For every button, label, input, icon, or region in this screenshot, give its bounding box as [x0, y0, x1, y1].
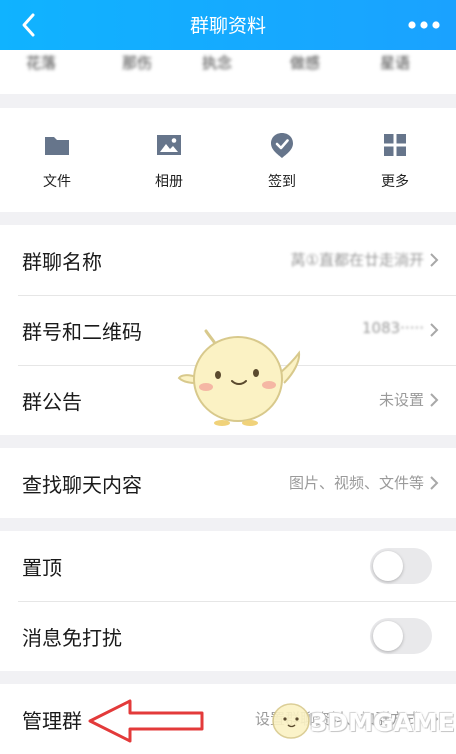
tool-more[interactable]: 更多 — [355, 130, 435, 191]
tool-album[interactable]: 相册 — [129, 130, 209, 191]
group-name-row[interactable]: 群聊名称 莴①直都在廿走淌开 — [0, 225, 456, 295]
pin-toggle[interactable] — [370, 548, 432, 584]
toggle-knob — [373, 621, 403, 651]
watermark-mascot-icon — [272, 703, 310, 739]
mute-toggle[interactable] — [370, 618, 432, 654]
search-chat-value: 图片、视频、文件等 — [288, 474, 424, 492]
group-number-value: 1083····· — [361, 319, 424, 337]
tool-label: 相册 — [155, 174, 183, 190]
manage-group-label: 管理群 — [22, 709, 82, 733]
search-chat-label: 查找聊天内容 — [22, 473, 142, 497]
arrow-annotation-icon — [88, 699, 204, 743]
group-notice-value: 未设置 — [378, 391, 424, 409]
grid-icon — [384, 134, 406, 156]
group-notice-label: 群公告 — [22, 390, 82, 414]
chevron-right-icon — [430, 393, 439, 407]
group-name-label: 群聊名称 — [22, 250, 102, 274]
chevron-right-icon — [430, 323, 439, 337]
settings-section: 置顶 消息免打扰 — [0, 531, 456, 671]
title-bar: 群聊资料 — [0, 0, 456, 50]
tool-label: 更多 — [381, 174, 409, 190]
tool-checkin[interactable]: 签到 — [242, 130, 322, 191]
search-chat-row[interactable]: 查找聊天内容 图片、视频、文件等 — [0, 448, 456, 518]
folder-icon — [45, 137, 69, 155]
chevron-right-icon — [430, 253, 439, 267]
search-section: 查找聊天内容 图片、视频、文件等 — [0, 448, 456, 518]
checkin-icon — [271, 133, 293, 158]
pin-label: 置顶 — [22, 556, 62, 580]
toggle-knob — [373, 551, 403, 581]
tool-label: 文件 — [43, 174, 71, 190]
mute-label: 消息免打扰 — [22, 626, 122, 650]
chevron-right-icon — [430, 476, 439, 490]
member-name: 执念 — [202, 54, 233, 72]
member-name: 那伤 — [122, 54, 153, 72]
member-name: 做感 — [290, 54, 321, 72]
mute-row: 消息免打扰 — [0, 601, 456, 671]
member-name: 花落 — [26, 54, 57, 72]
watermark-text: 3DMGAME — [310, 708, 455, 737]
tool-files[interactable]: 文件 — [17, 130, 97, 191]
mascot-sticker-icon — [177, 329, 301, 426]
image-icon — [157, 135, 181, 155]
member-name: 星语 — [380, 54, 411, 72]
watermark: 3DMGAME — [268, 694, 455, 746]
group-name-value: 莴①直都在廿走淌开 — [290, 251, 424, 269]
tool-grid: 文件 相册 签到 更多 — [0, 108, 456, 212]
page-title: 群聊资料 — [189, 15, 266, 37]
member-strip[interactable]: 花落 那伤 执念 做感 星语 — [0, 50, 456, 94]
more-options-icon[interactable] — [404, 10, 444, 40]
group-number-label: 群号和二维码 — [22, 320, 142, 344]
tool-label: 签到 — [268, 174, 296, 190]
pin-row: 置顶 — [0, 531, 456, 601]
